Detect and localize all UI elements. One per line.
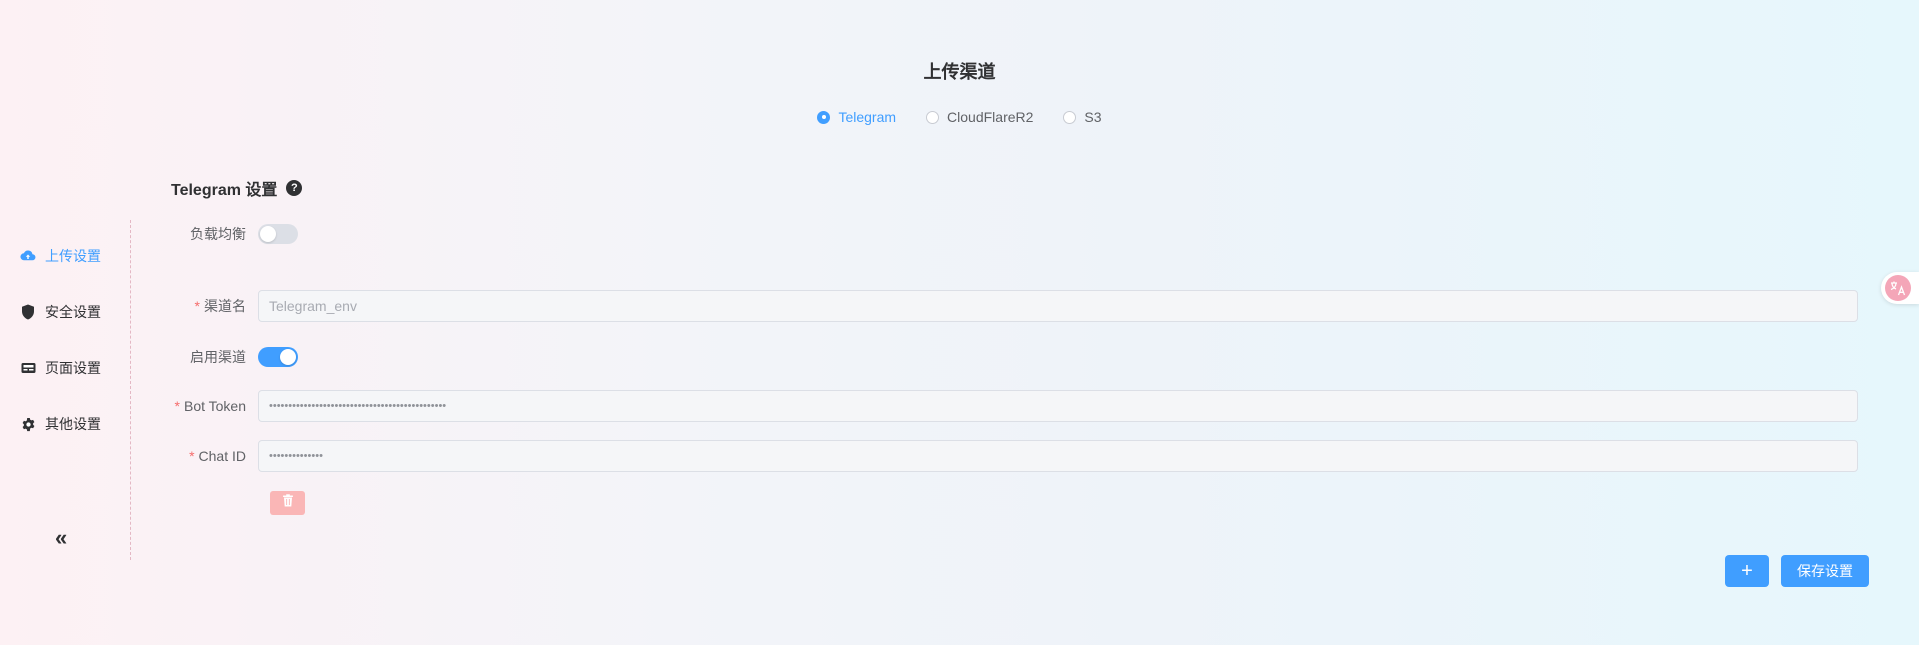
chat-id-label: * Chat ID (140, 448, 258, 464)
trash-icon (282, 494, 294, 512)
bot-token-label-text: Bot Token (183, 398, 246, 414)
channel-name-label-text: 渠道名 (204, 298, 246, 314)
enable-channel-label: 启用渠道 (190, 349, 246, 365)
form-row-chat-id: * Chat ID •••••••••••••• (140, 440, 1858, 472)
form-row-bot-token: * Bot Token •••••••••••••••••••••••••••••… (140, 390, 1858, 422)
delete-channel-button[interactable] (270, 491, 305, 515)
form-row-load-balance: 负载均衡 (140, 224, 298, 244)
chat-id-label-text: Chat ID (198, 448, 246, 464)
radio-label-s3: S3 (1084, 109, 1102, 125)
radio-checked-icon (817, 110, 831, 124)
sidebar-item-label: 上传设置 (45, 248, 101, 264)
radio-unchecked-icon (926, 110, 940, 124)
radio-label-cloudflare-r2: CloudFlareR2 (947, 109, 1034, 125)
form-row-channel-name: * 渠道名 Telegram_env (140, 290, 1858, 322)
sidebar-item-label: 安全设置 (45, 304, 101, 320)
help-icon[interactable]: ? (286, 180, 303, 196)
channel-name-input[interactable]: Telegram_env (258, 290, 1858, 322)
bot-token-label: * Bot Token (140, 398, 258, 414)
translate-icon (1885, 275, 1911, 301)
translate-widget[interactable] (1881, 272, 1919, 304)
add-channel-button[interactable]: + (1725, 555, 1769, 587)
load-balance-toggle[interactable] (258, 224, 298, 244)
sidebar-item-label: 其他设置 (45, 416, 101, 432)
sidebar-item-upload[interactable]: 上传设置 (20, 246, 101, 266)
radio-unchecked-icon (1063, 110, 1077, 124)
section-title-text: Telegram 设置 (171, 182, 278, 199)
shield-icon (20, 304, 36, 320)
channel-radio-group: Telegram CloudFlareR2 S3 (0, 109, 1919, 125)
settings-sidebar: 上传设置 安全设置 页面设置 其他设置 « (0, 220, 131, 560)
radio-cloudflare-r2[interactable]: CloudFlareR2 (926, 109, 1033, 125)
section-title: Telegram 设置 ? (171, 176, 303, 200)
load-balance-label: 负载均衡 (190, 226, 246, 242)
radio-telegram[interactable]: Telegram (817, 109, 896, 125)
form-row-enable-channel: 启用渠道 (140, 347, 298, 367)
radio-label-telegram: Telegram (838, 109, 897, 125)
chat-id-input[interactable]: •••••••••••••• (258, 440, 1858, 472)
collapse-sidebar-icon[interactable]: « (55, 525, 67, 551)
required-asterisk: * (194, 298, 200, 314)
sidebar-item-other[interactable]: 其他设置 (20, 414, 101, 434)
required-asterisk: * (189, 448, 195, 464)
save-settings-button[interactable]: 保存设置 (1781, 555, 1869, 587)
sidebar-item-security[interactable]: 安全设置 (20, 302, 101, 322)
monitor-icon (20, 360, 36, 376)
sidebar-item-label: 页面设置 (45, 360, 101, 376)
cloud-upload-icon (20, 248, 36, 264)
bot-token-input[interactable]: ••••••••••••••••••••••••••••••••••••••••… (258, 390, 1858, 422)
enable-channel-toggle[interactable] (258, 347, 298, 367)
required-asterisk: * (174, 398, 180, 414)
radio-s3[interactable]: S3 (1063, 109, 1102, 125)
gear-icon (20, 416, 36, 432)
sidebar-item-page[interactable]: 页面设置 (20, 358, 101, 378)
upload-channel-title: 上传渠道 (923, 62, 996, 82)
channel-name-label: * 渠道名 (140, 296, 258, 316)
